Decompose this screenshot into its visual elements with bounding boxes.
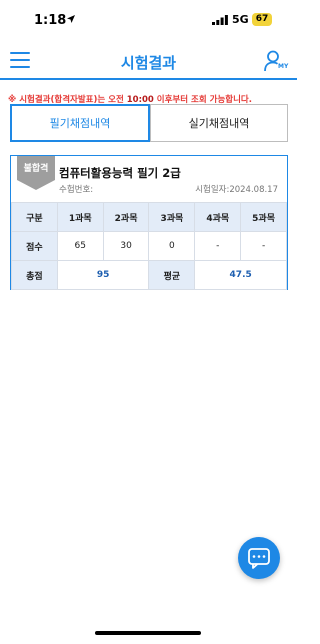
table-row: 총점 95 평균 47.5 bbox=[11, 260, 287, 290]
chat-button[interactable] bbox=[238, 537, 280, 579]
total-value: 95 bbox=[56, 260, 150, 290]
score-subject-1: 65 bbox=[56, 231, 104, 261]
table-row: 점수 65 30 0 - - bbox=[11, 231, 287, 261]
total-label: 총점 bbox=[11, 260, 58, 290]
score-table: 구분 1과목 2과목 3과목 4과목 5과목 점수 65 30 0 - - 총점… bbox=[11, 202, 287, 290]
col-subject-2: 2과목 bbox=[102, 202, 150, 232]
col-category: 구분 bbox=[11, 202, 58, 232]
result-card: 불합격 컴퓨터활용능력 필기 2급 수험번호: 시험일자:2024.08.17 … bbox=[10, 155, 288, 290]
exam-number-label: 수험번호: bbox=[59, 185, 94, 195]
tab-written-results[interactable]: 필기채점내역 bbox=[10, 104, 150, 142]
col-subject-5: 5과목 bbox=[240, 202, 287, 232]
exam-name: 컴퓨터활용능력 필기 2급 bbox=[59, 166, 181, 180]
average-label: 평균 bbox=[148, 260, 196, 290]
score-subject-4: - bbox=[194, 231, 242, 261]
score-subject-3: 0 bbox=[148, 231, 196, 261]
status-time: 1:18 bbox=[34, 13, 67, 28]
col-subject-4: 4과목 bbox=[194, 202, 242, 232]
exam-date: 시험일자:2024.08.17 bbox=[195, 185, 278, 195]
home-indicator bbox=[95, 631, 201, 635]
score-subject-2: 30 bbox=[102, 231, 150, 261]
col-subject-3: 3과목 bbox=[148, 202, 196, 232]
network-label: 5G bbox=[232, 13, 249, 26]
app-header: 시험결과 MY bbox=[0, 44, 297, 80]
tab-practical-results[interactable]: 실기채점내역 bbox=[150, 104, 288, 142]
my-page-button[interactable]: MY bbox=[264, 50, 290, 74]
score-subject-5: - bbox=[240, 231, 287, 261]
signal-icon bbox=[212, 15, 228, 25]
status-bar: 1:18 5G 67 bbox=[0, 0, 297, 40]
my-label: MY bbox=[278, 63, 289, 70]
score-label: 점수 bbox=[11, 231, 58, 261]
fail-badge: 불합격 bbox=[17, 156, 55, 191]
battery-indicator: 67 bbox=[252, 13, 272, 26]
col-subject-1: 1과목 bbox=[56, 202, 104, 232]
result-tabs: 필기채점내역 실기채점내역 bbox=[10, 104, 288, 142]
chat-icon bbox=[248, 548, 270, 569]
page-title: 시험결과 bbox=[120, 54, 177, 72]
table-header-row: 구분 1과목 2과목 3과목 4과목 5과목 bbox=[11, 202, 287, 232]
badge-text: 불합격 bbox=[23, 164, 49, 174]
average-value: 47.5 bbox=[194, 260, 287, 290]
location-arrow-icon bbox=[67, 15, 75, 23]
